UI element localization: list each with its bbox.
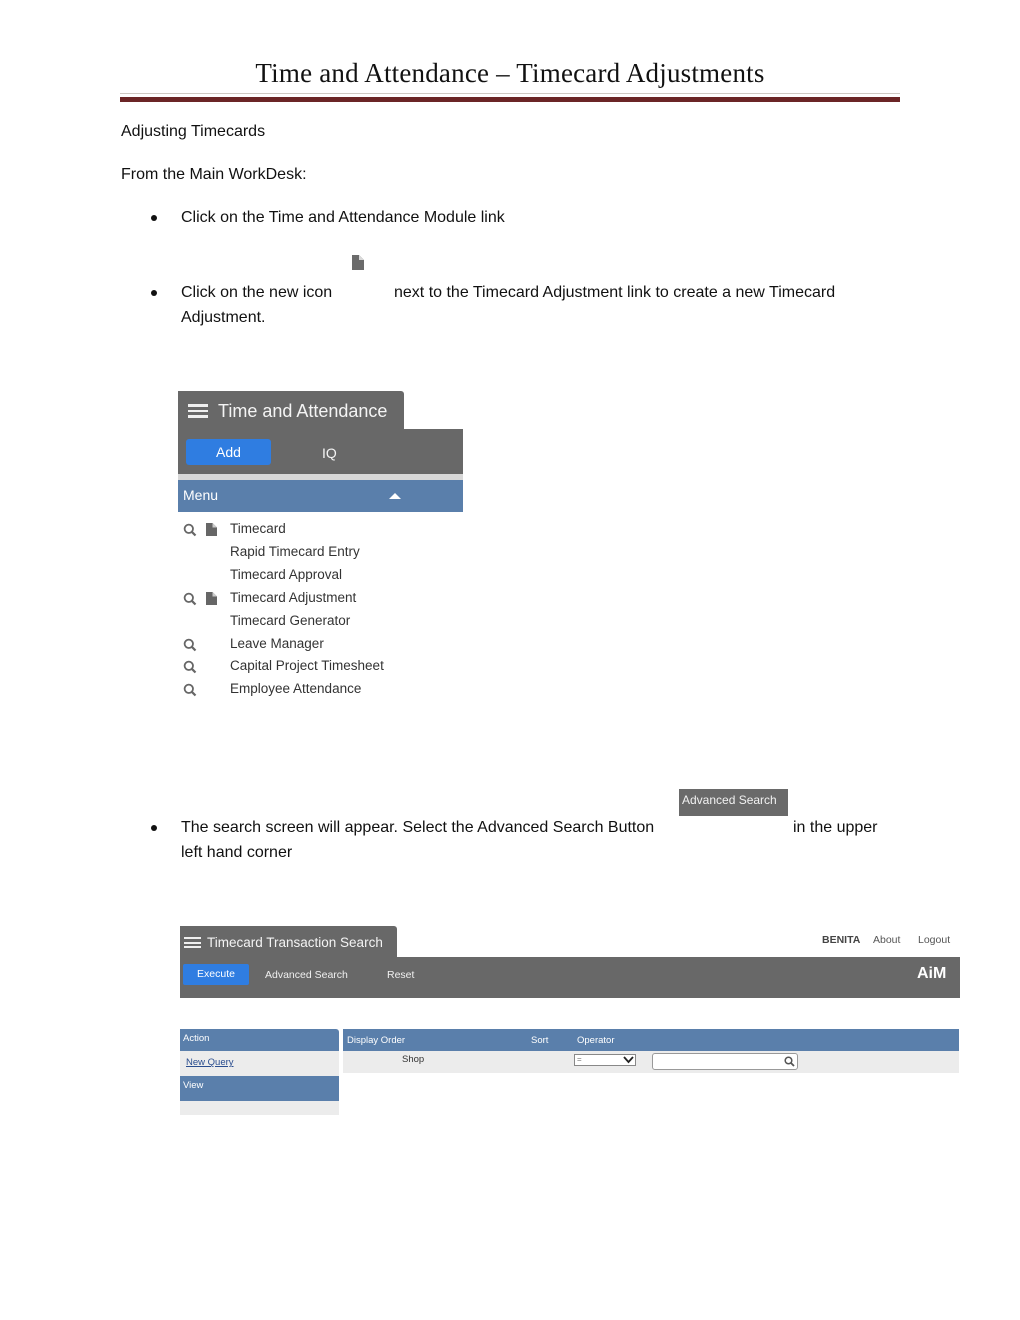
search-title: Timecard Transaction Search bbox=[207, 935, 383, 950]
search-icon[interactable] bbox=[183, 592, 197, 606]
criteria-header bbox=[343, 1029, 959, 1051]
menu-item[interactable]: Employee Attendance bbox=[230, 681, 361, 696]
menu-header[interactable] bbox=[178, 480, 463, 512]
view-header: View bbox=[180, 1076, 339, 1101]
column-operator: Operator bbox=[577, 1035, 615, 1046]
bullet-icon bbox=[151, 290, 157, 296]
step-3-text-c: left hand corner bbox=[181, 844, 293, 861]
hamburger-menu-icon[interactable] bbox=[184, 937, 201, 949]
aim-logo: AiM bbox=[917, 965, 947, 982]
search-icon[interactable] bbox=[183, 683, 197, 697]
menu-item[interactable]: Leave Manager bbox=[230, 636, 324, 651]
search-icon[interactable] bbox=[183, 638, 197, 652]
hamburger-menu-icon[interactable] bbox=[188, 404, 208, 418]
advanced-search-button-image: Advanced Search bbox=[679, 789, 788, 816]
step-2-text-b: next to the Timecard Adjustment link to … bbox=[394, 284, 836, 301]
advanced-search-button[interactable]: Advanced Search bbox=[265, 969, 348, 981]
step-2-text-a: Click on the new icon bbox=[181, 284, 333, 301]
user-name: BENITA bbox=[822, 934, 861, 946]
chevron-down-icon bbox=[623, 1056, 634, 1064]
menu-item[interactable]: Timecard Approval bbox=[230, 567, 342, 582]
menu-item[interactable]: Timecard Adjustment bbox=[230, 590, 356, 605]
execute-button[interactable]: Execute bbox=[183, 964, 249, 985]
iq-button[interactable]: IQ bbox=[322, 445, 337, 461]
step-1-text: Click on the Time and Attendance Module … bbox=[181, 209, 505, 226]
menu-item[interactable]: Capital Project Timesheet bbox=[230, 658, 384, 673]
title-divider-thick bbox=[120, 97, 900, 102]
bullet-icon bbox=[151, 825, 157, 831]
column-sort: Sort bbox=[531, 1035, 549, 1046]
new-document-icon[interactable] bbox=[206, 592, 220, 606]
reset-button[interactable]: Reset bbox=[387, 969, 414, 981]
new-query-link[interactable]: New Query bbox=[186, 1057, 234, 1068]
menu-header-label: Menu bbox=[183, 487, 219, 503]
view-body bbox=[180, 1101, 339, 1115]
new-document-icon[interactable] bbox=[206, 523, 220, 537]
field-shop: Shop bbox=[402, 1054, 425, 1065]
section-heading: Adjusting Timecards bbox=[121, 123, 266, 140]
criteria-row bbox=[343, 1051, 959, 1073]
step-3-text-b: in the upper bbox=[793, 819, 878, 836]
step-3-text-a: The search screen will appear. Select th… bbox=[181, 819, 655, 836]
logout-link[interactable]: Logout bbox=[918, 934, 950, 946]
document-title: Time and Attendance – Timecard Adjustmen… bbox=[255, 58, 765, 88]
search-icon[interactable] bbox=[183, 660, 197, 674]
bullet-icon bbox=[151, 215, 157, 221]
step-2-text-c: Adjustment. bbox=[181, 309, 266, 326]
search-icon[interactable] bbox=[183, 523, 197, 537]
search-icon[interactable] bbox=[784, 1056, 795, 1067]
collapse-caret-icon[interactable] bbox=[389, 493, 401, 499]
new-document-icon bbox=[352, 255, 364, 270]
action-header: Action bbox=[180, 1029, 339, 1051]
intro-text: From the Main WorkDesk: bbox=[121, 166, 307, 183]
menu-item[interactable]: Timecard bbox=[230, 521, 286, 536]
value-search-input[interactable] bbox=[652, 1053, 798, 1070]
menu-item[interactable]: Rapid Timecard Entry bbox=[230, 544, 360, 559]
add-button[interactable]: Add bbox=[186, 439, 271, 465]
module-title: Time and Attendance bbox=[218, 401, 388, 421]
menu-item[interactable]: Timecard Generator bbox=[230, 613, 350, 628]
title-divider-thin bbox=[120, 93, 900, 94]
column-display-order: Display Order bbox=[347, 1035, 406, 1046]
about-link[interactable]: About bbox=[873, 934, 900, 946]
